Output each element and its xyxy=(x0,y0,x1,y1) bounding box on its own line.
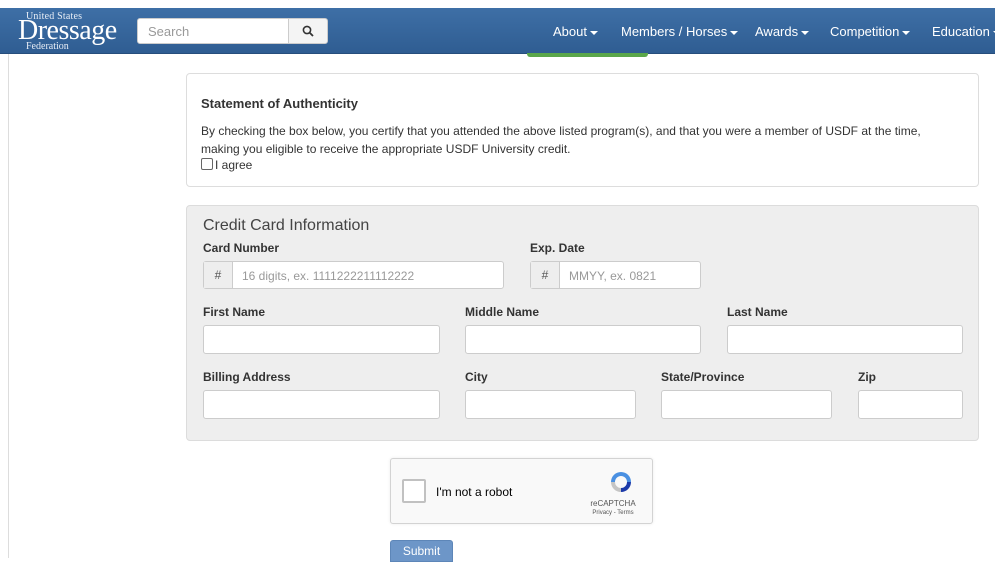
menu-awards[interactable]: Awards xyxy=(755,24,810,39)
top-spacer xyxy=(0,0,995,8)
recaptcha-label: I'm not a robot xyxy=(436,485,513,499)
authenticity-text: By checking the box below, you certify t… xyxy=(201,124,921,156)
menu-competition-label: Competition xyxy=(830,24,900,39)
caret-down-icon xyxy=(902,30,911,35)
menu-members-horses[interactable]: Members / Horses xyxy=(621,24,739,39)
billing-address-input[interactable] xyxy=(203,390,440,419)
state-input[interactable] xyxy=(661,390,832,419)
search-input[interactable]: Search xyxy=(137,18,289,44)
first-name-label: First Name xyxy=(203,305,266,319)
last-name-input[interactable] xyxy=(727,325,963,354)
caret-down-icon xyxy=(801,30,810,35)
credit-card-panel: Credit Card Information Card Number # 16… xyxy=(186,205,979,441)
green-button-edge[interactable] xyxy=(527,53,648,57)
authenticity-title: Statement of Authenticity xyxy=(201,96,358,111)
agree-label: I agree xyxy=(215,158,253,172)
menu-education[interactable]: Education xyxy=(932,24,995,39)
middle-name-input[interactable] xyxy=(465,325,701,354)
caret-down-icon xyxy=(730,30,739,35)
recaptcha-icon xyxy=(611,472,631,492)
recaptcha-widget: I'm not a robot reCAPTCHA Privacy - Term… xyxy=(390,458,653,524)
left-border xyxy=(8,54,9,558)
logo-line-3: Federation xyxy=(26,41,69,52)
recaptcha-checkbox[interactable] xyxy=(402,479,426,503)
exp-date-label: Exp. Date xyxy=(530,241,585,255)
zip-input[interactable] xyxy=(858,390,963,419)
card-number-label: Card Number xyxy=(203,241,280,255)
state-label: State/Province xyxy=(661,370,745,384)
hash-addon: # xyxy=(204,262,233,288)
submit-button[interactable]: Submit xyxy=(390,540,453,562)
caret-down-icon xyxy=(589,30,598,35)
city-label: City xyxy=(465,370,488,384)
recaptcha-links[interactable]: Privacy - Terms xyxy=(583,510,643,516)
search-button[interactable] xyxy=(288,18,328,44)
agree-checkbox[interactable] xyxy=(201,158,213,170)
menu-about-label: About xyxy=(553,24,587,39)
zip-label: Zip xyxy=(858,370,876,384)
menu-education-label: Education xyxy=(932,24,990,39)
exp-date-placeholder: MMYY, ex. 0821 xyxy=(569,269,657,283)
last-name-label: Last Name xyxy=(727,305,788,319)
search-icon xyxy=(302,25,314,37)
city-input[interactable] xyxy=(465,390,636,419)
hash-addon: # xyxy=(531,262,560,288)
exp-date-input[interactable]: # MMYY, ex. 0821 xyxy=(530,261,701,289)
card-number-input[interactable]: # 16 digits, ex. 1111222211112222 xyxy=(203,261,504,289)
menu-about[interactable]: About xyxy=(553,24,598,39)
card-number-placeholder: 16 digits, ex. 1111222211112222 xyxy=(242,269,415,283)
first-name-input[interactable] xyxy=(203,325,440,354)
middle-name-label: Middle Name xyxy=(465,305,540,319)
credit-card-title: Credit Card Information xyxy=(203,217,370,234)
authenticity-panel: Statement of Authenticity By checking th… xyxy=(186,73,979,187)
menu-awards-label: Awards xyxy=(755,24,799,39)
navbar: United States Dressage Federation Search… xyxy=(0,8,995,54)
menu-members-label: Members / Horses xyxy=(621,24,728,39)
recaptcha-brand: reCAPTCHA xyxy=(590,499,636,508)
usdf-logo[interactable]: United States Dressage Federation xyxy=(10,10,130,52)
agree-checkbox-row[interactable]: I agree xyxy=(201,158,252,172)
menu-competition[interactable]: Competition xyxy=(830,24,911,39)
billing-address-label: Billing Address xyxy=(203,370,291,384)
